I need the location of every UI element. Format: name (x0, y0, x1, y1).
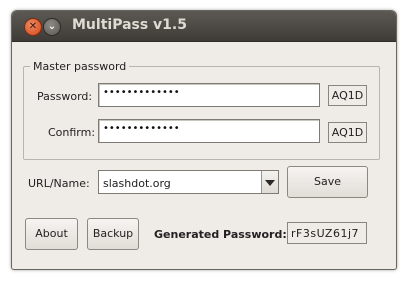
app-window: ✕ ⌄ MultiPass v1.5 Master password Passw… (11, 10, 397, 270)
password-label: Password: (37, 90, 93, 103)
url-name-value: slashdot.org (103, 177, 171, 190)
minimize-icon[interactable]: ⌄ (43, 18, 61, 36)
save-button[interactable]: Save (287, 166, 368, 198)
url-name-combobox[interactable]: slashdot.org (98, 170, 279, 194)
confirm-label: Confirm: (48, 126, 96, 139)
master-password-legend: Master password (33, 60, 127, 73)
generated-password-label: Generated Password: (154, 228, 287, 241)
close-icon[interactable]: ✕ (24, 18, 42, 36)
backup-button[interactable]: Backup (87, 218, 139, 250)
chevron-down-icon[interactable] (261, 171, 278, 193)
password-field[interactable]: ••••••••••••• (98, 83, 320, 107)
master-password-group: Master password (23, 60, 380, 160)
generated-password-value: rF3sUZ61j7 (287, 222, 367, 244)
title-bar: ✕ ⌄ MultiPass v1.5 (12, 11, 396, 42)
url-name-label: URL/Name: (28, 177, 90, 190)
confirm-code: AQ1D (328, 122, 367, 143)
about-button[interactable]: About (25, 218, 78, 250)
confirm-field[interactable]: ••••••••••••• (98, 119, 320, 143)
window-title: MultiPass v1.5 (72, 17, 187, 33)
password-code: AQ1D (328, 85, 367, 106)
